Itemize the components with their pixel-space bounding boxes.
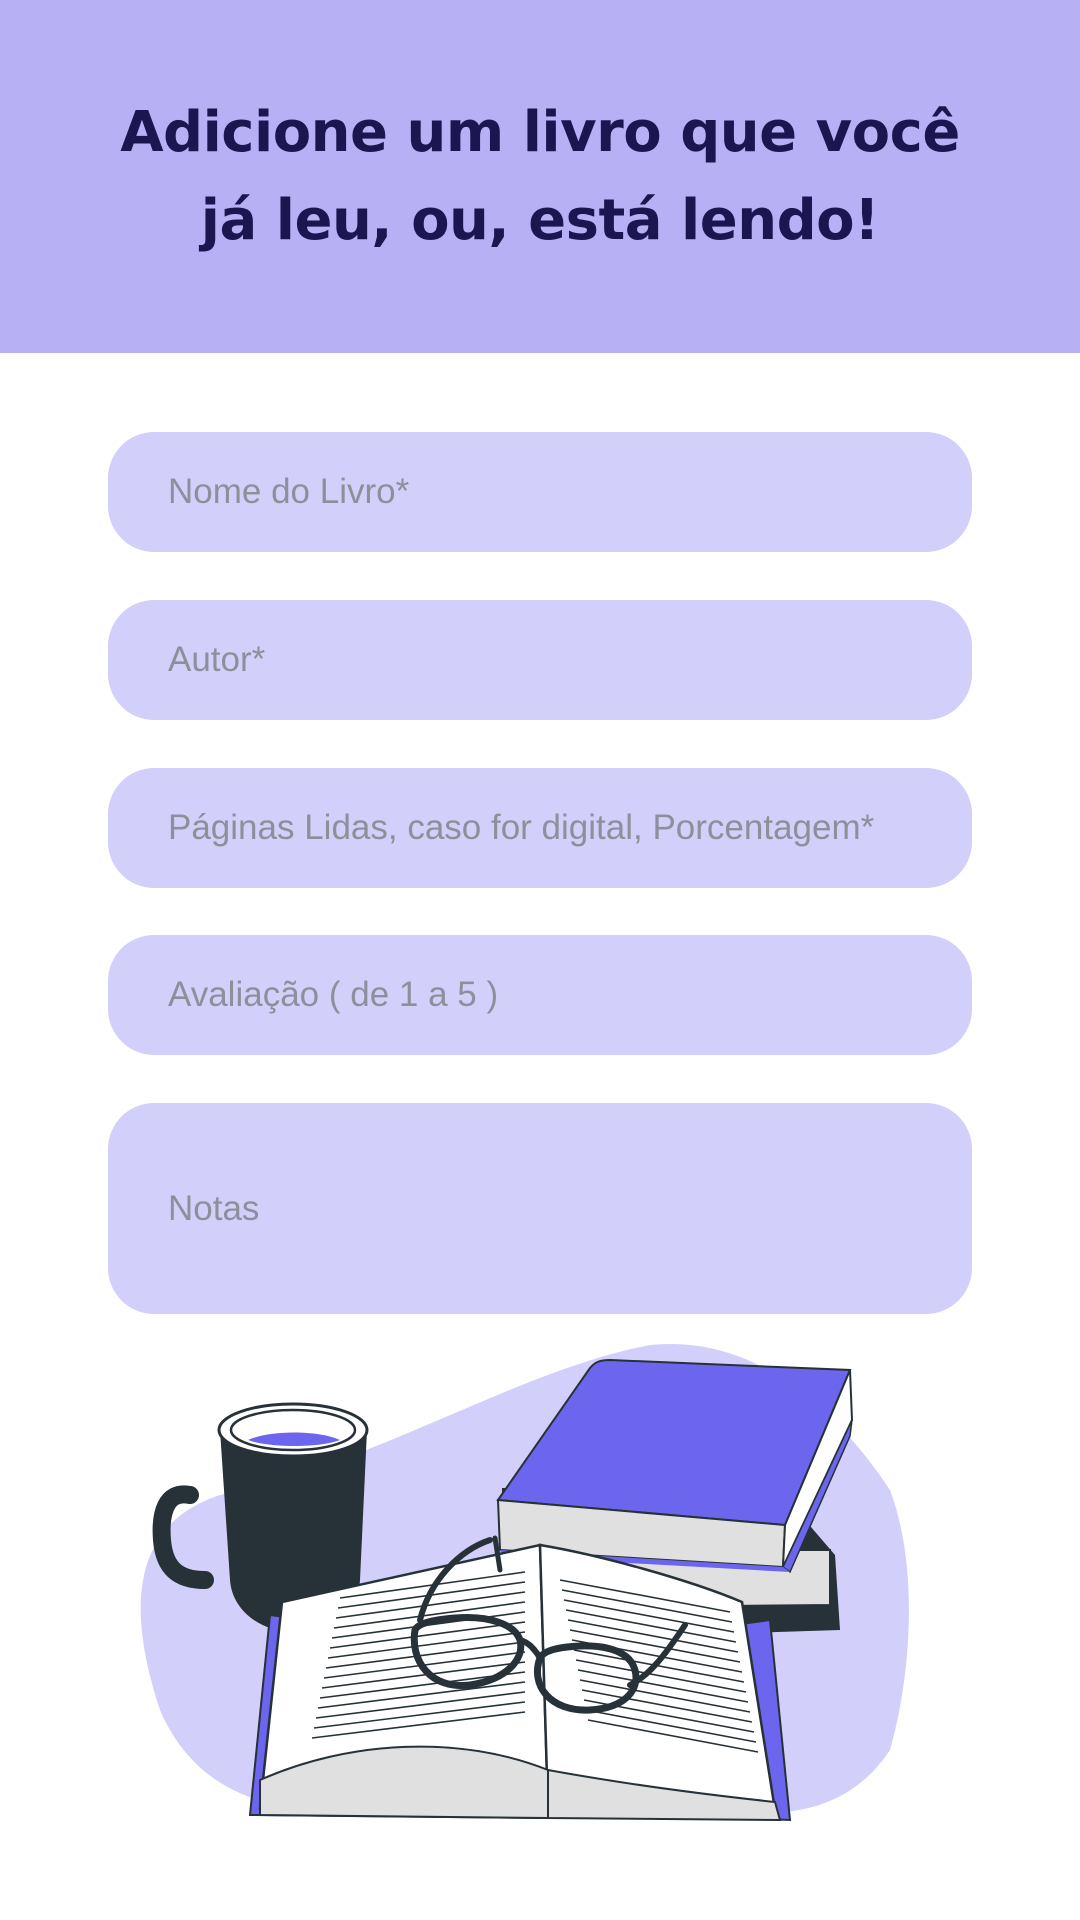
page-title: Adicione um livro que você já leu, ou, e…	[120, 99, 960, 253]
author-input[interactable]	[108, 600, 972, 720]
rating-input[interactable]	[108, 935, 972, 1055]
book-name-input[interactable]	[108, 432, 972, 552]
pages-read-input[interactable]	[108, 768, 972, 888]
books-coffee-glasses-illustration	[140, 1343, 909, 1822]
notes-textarea[interactable]	[108, 1103, 972, 1314]
header-banner: Adicione um livro que você já leu, ou, e…	[0, 0, 1080, 353]
